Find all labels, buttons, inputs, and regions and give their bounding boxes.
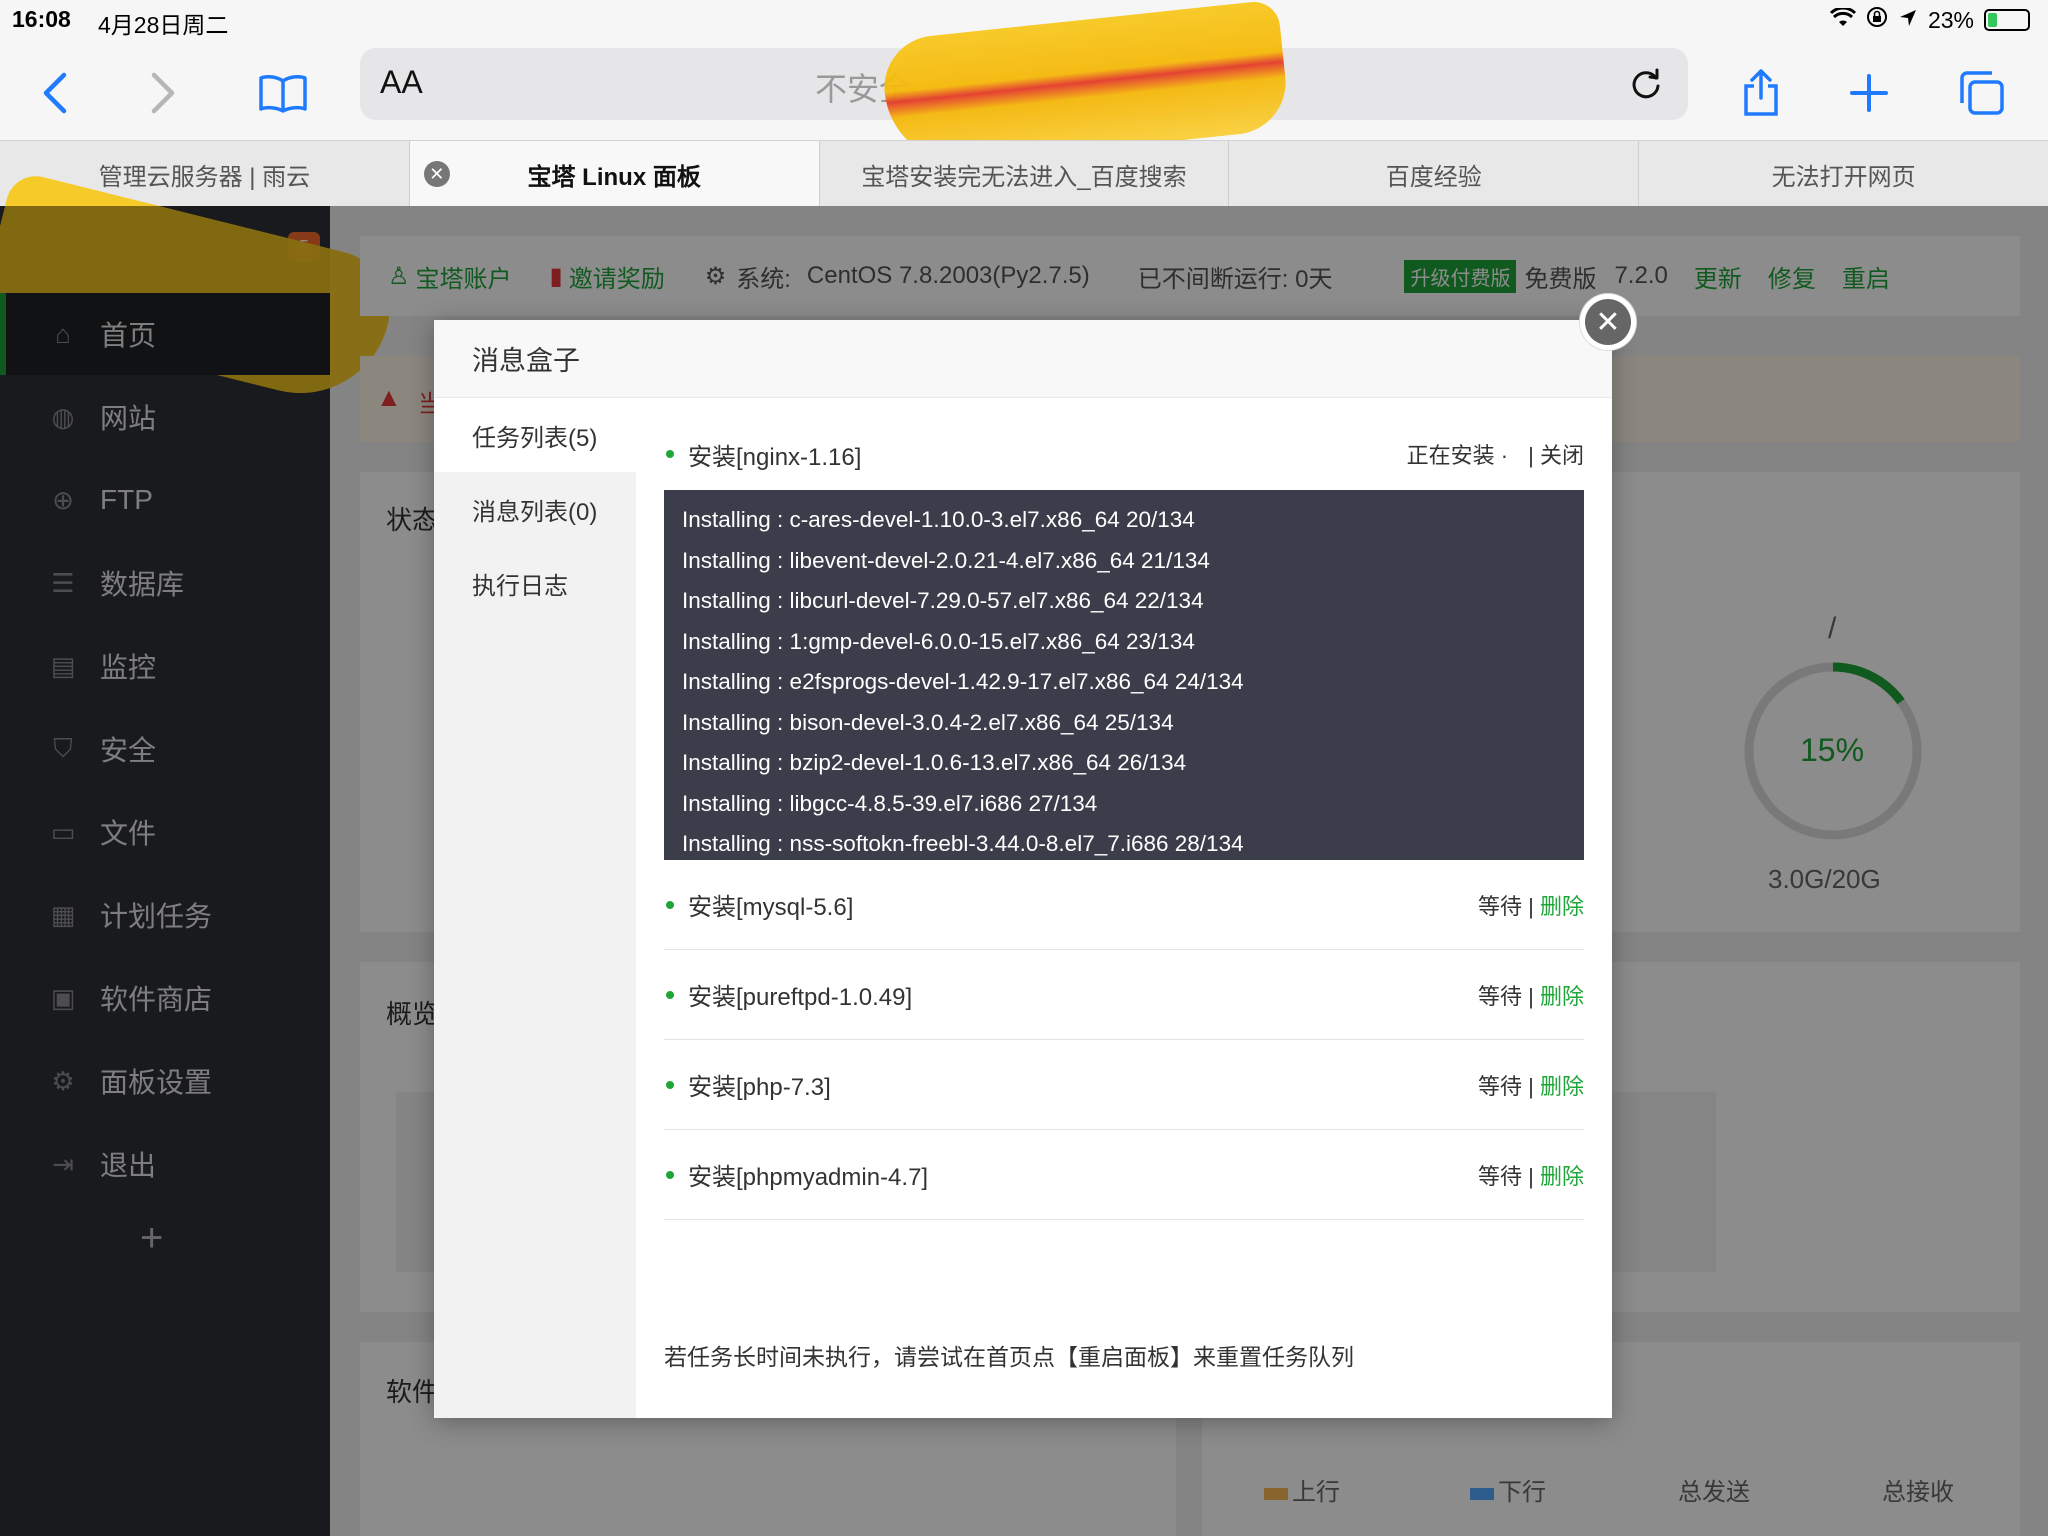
task-name: 安装[pureftpd-1.0.49] — [688, 984, 913, 1011]
delete-task-link[interactable]: 删除 — [1540, 984, 1584, 1009]
log-line: Installing : bison-devel-3.0.4-2.el7.x86… — [682, 709, 1174, 735]
tabs-overview-button[interactable] — [1946, 58, 2016, 128]
book-icon — [259, 75, 307, 113]
install-log: Installing : c-ares-devel-1.10.0-3.el7.x… — [664, 490, 1584, 860]
battery-icon — [1984, 9, 2030, 31]
task-item: 安装[pureftpd-1.0.49] 等待 | 删除 — [664, 950, 1584, 1040]
task-status-text: 等待 | — [1478, 1073, 1534, 1099]
tab-label: 百度经验 — [1385, 163, 1482, 191]
tab-exec-log[interactable]: 执行日志 — [434, 546, 636, 620]
task-item: 安装[mysql-5.6] 等待 | 删除 — [664, 860, 1584, 950]
task-status-text: 等待 | — [1478, 893, 1534, 919]
message-box-modal: 消息盒子 ✕ 任务列表(5) 消息列表(0) 执行日志 安装[nginx-1.1… — [434, 294, 1636, 1418]
tab-label: 消息列表(0) — [472, 498, 598, 526]
bullet-icon — [666, 1170, 674, 1179]
close-icon: ✕ — [1585, 299, 1631, 345]
bullet-icon — [666, 450, 674, 458]
task-status-text: 等待 | — [1478, 1163, 1534, 1189]
task-name: 安装[nginx-1.16] — [688, 443, 862, 471]
tab-label: 宝塔 Linux 面板 — [527, 163, 701, 191]
reload-button[interactable] — [1618, 56, 1674, 112]
tab-task-list[interactable]: 任务列表(5) — [434, 398, 636, 472]
log-line: Installing : libevent-devel-2.0.21-4.el7… — [682, 547, 1210, 573]
modal-header: 消息盒子 — [434, 320, 1612, 398]
chevron-left-icon — [43, 72, 67, 114]
modal-nav: 任务列表(5) 消息列表(0) 执行日志 — [434, 398, 636, 1418]
wifi-icon — [1829, 6, 1857, 34]
tab-label: 任务列表(5) — [472, 424, 598, 452]
bullet-icon — [666, 990, 674, 999]
task-status: 等待 | 删除 — [1478, 1069, 1584, 1101]
reload-icon — [1632, 68, 1660, 99]
task-item-current: 安装[nginx-1.16] 正在安装 · | 关闭 — [664, 418, 1584, 490]
task-status-text: 等待 | — [1478, 983, 1534, 1009]
log-line: Installing : nss-softokn-freebl-3.44.0-8… — [682, 831, 1244, 856]
bookmarks-button[interactable] — [248, 58, 318, 128]
task-status-text: 正在安装 · — [1406, 443, 1509, 468]
task-status: 等待 | 删除 — [1478, 1159, 1584, 1191]
tab-label: 管理云服务器 | 雨云 — [98, 163, 311, 191]
status-date: 4月28日周二 — [98, 12, 229, 38]
task-status: 等待 | 删除 — [1478, 979, 1584, 1011]
task-name: 安装[phpmyadmin-4.7] — [688, 1164, 929, 1191]
log-line: Installing : bzip2-devel-1.0.6-13.el7.x8… — [682, 750, 1187, 775]
tab-2[interactable]: 宝塔安装完无法进入_百度搜索 — [820, 141, 1230, 207]
tab-1[interactable]: ✕ 宝塔 Linux 面板 — [409, 141, 820, 207]
task-queue-hint: 若任务长时间未执行，请尝试在首页点【重启面板】来重置任务队列 — [664, 1344, 1354, 1370]
task-item: 安装[php-7.3] 等待 | 删除 — [664, 1040, 1584, 1130]
log-line: Installing : libcurl-devel-7.29.0-57.el7… — [682, 588, 1204, 613]
log-line: Installing : c-ares-devel-1.10.0-3.el7.x… — [682, 507, 1195, 532]
task-name: 安装[mysql-5.6] — [688, 894, 854, 921]
task-name: 安装[php-7.3] — [688, 1074, 831, 1101]
log-line: Installing : libgcc-4.8.5-39.el7.i686 27… — [682, 790, 1098, 816]
log-line: Installing : e2fsprogs-devel-1.42.9-17.e… — [682, 669, 1244, 694]
tab-bar: 管理云服务器 | 雨云 ✕ 宝塔 Linux 面板 宝塔安装完无法进入_百度搜索… — [0, 140, 2048, 207]
tab-message-list[interactable]: 消息列表(0) — [434, 472, 636, 546]
status-time: 16:08 — [12, 6, 71, 32]
tab-3[interactable]: 百度经验 — [1229, 141, 1640, 207]
battery-percent: 23% — [1927, 6, 1974, 33]
reader-options-button[interactable]: AA — [380, 64, 423, 101]
plus-icon — [1850, 74, 1888, 112]
tab-close-icon[interactable]: ✕ — [423, 161, 450, 187]
delete-task-link[interactable]: 删除 — [1540, 1074, 1584, 1099]
tab-4[interactable]: 无法打开网页 — [1639, 141, 2048, 207]
modal-title: 消息盒子 — [472, 346, 580, 376]
task-item: 安装[phpmyadmin-4.7] 等待 | 删除 — [664, 1130, 1584, 1220]
tab-label: 执行日志 — [472, 572, 568, 600]
share-icon — [1744, 69, 1778, 116]
modal-close-button[interactable]: ✕ — [1580, 294, 1636, 350]
forward-button[interactable] — [128, 58, 198, 128]
bullet-icon — [666, 900, 674, 909]
location-icon — [1898, 7, 1918, 34]
task-status: 正在安装 · | 关闭 — [1407, 438, 1584, 470]
new-tab-button[interactable] — [1834, 58, 1904, 128]
task-close-link[interactable]: | 关闭 — [1528, 443, 1584, 468]
chevron-right-icon — [151, 72, 175, 114]
delete-task-link[interactable]: 删除 — [1540, 1164, 1584, 1189]
tab-label: 宝塔安装完无法进入_百度搜索 — [861, 163, 1187, 191]
back-button[interactable] — [20, 58, 90, 128]
tab-label: 无法打开网页 — [1771, 163, 1916, 191]
task-status: 等待 | 删除 — [1478, 889, 1584, 921]
delete-task-link[interactable]: 删除 — [1540, 894, 1584, 919]
lock-rotation-icon — [1866, 6, 1888, 34]
task-list: 安装[nginx-1.16] 正在安装 · | 关闭 Installing : … — [664, 398, 1584, 1418]
bullet-icon — [666, 1080, 674, 1089]
status-right: 23% — [1829, 6, 2030, 34]
log-line: Installing : 1:gmp-devel-6.0.0-15.el7.x8… — [682, 628, 1195, 654]
share-button[interactable] — [1726, 58, 1796, 128]
battery-fill — [1988, 13, 1997, 27]
tabs-icon — [1960, 71, 2004, 115]
